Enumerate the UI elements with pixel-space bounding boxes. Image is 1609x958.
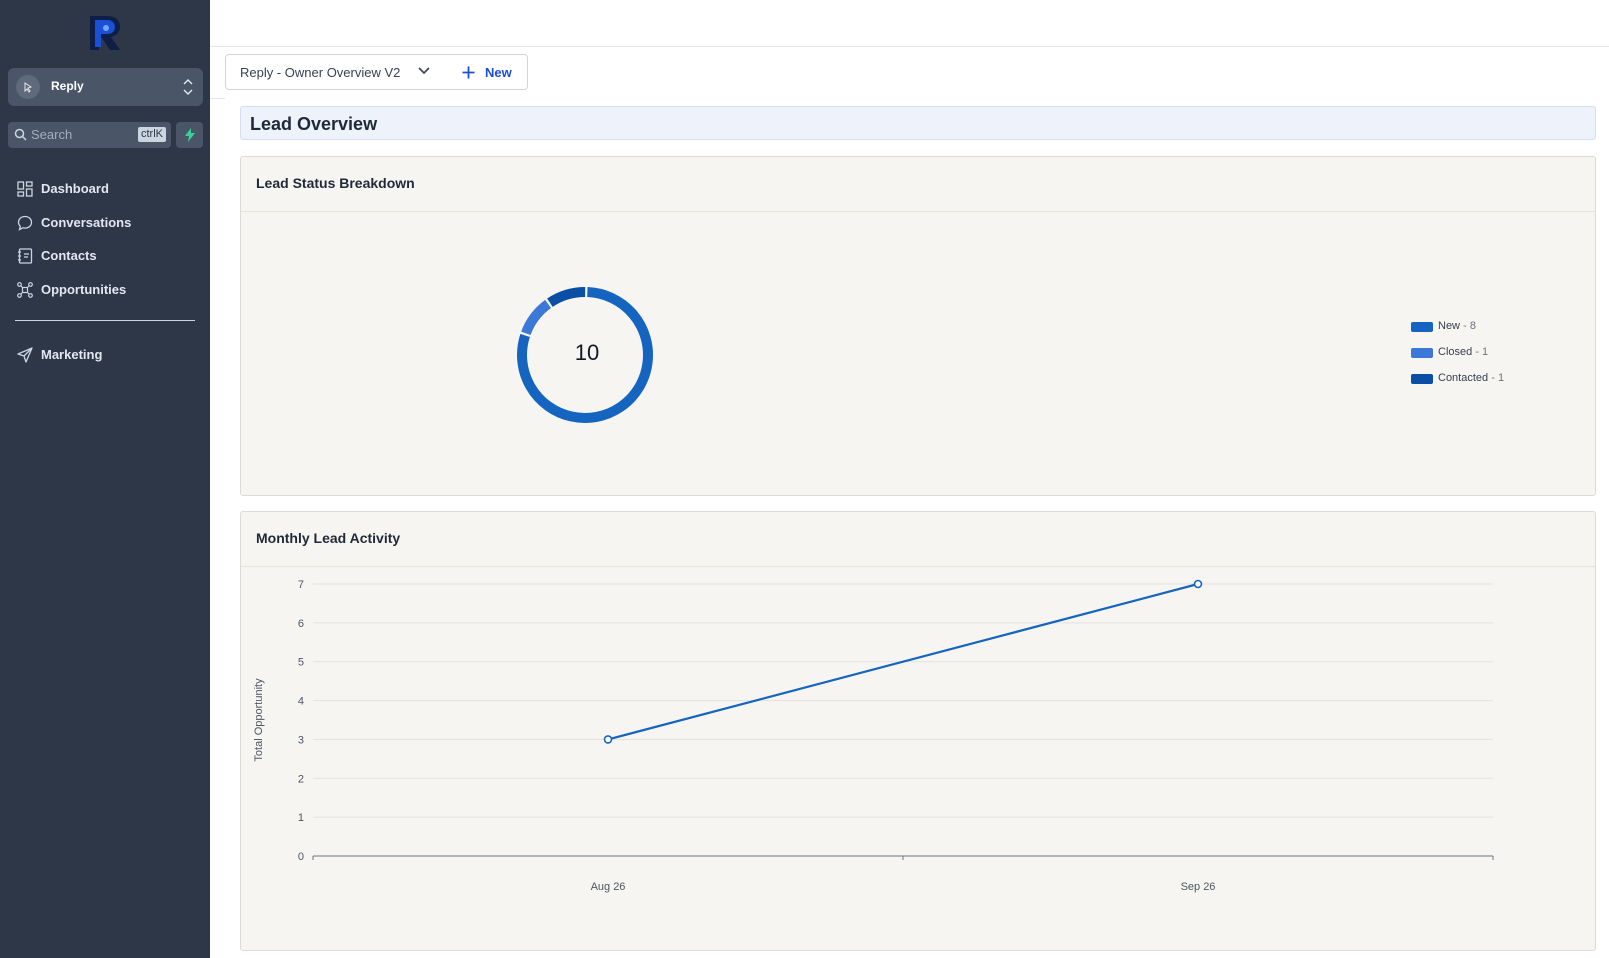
legend-label: Contacted xyxy=(1438,372,1489,384)
y-tick-label: 7 xyxy=(298,579,304,591)
sidebar-item-dashboard[interactable]: Dashboard xyxy=(0,176,210,202)
sidebar-item-contacts[interactable]: Contacts xyxy=(0,243,210,269)
y-tick-label: 5 xyxy=(298,657,304,669)
chat-bubble-icon xyxy=(17,215,33,231)
chevron-down-icon xyxy=(418,67,430,75)
line-chart: 0 1 2 3 4 5 6 7 Aug 26 Sep 26 Total Opportunity xyxy=(253,579,1494,893)
sidebar-item-label: Opportunities xyxy=(41,282,127,297)
legend-value: 1 xyxy=(1482,346,1489,358)
legend-label: New xyxy=(1438,320,1461,332)
sidebar-item-label: Contacts xyxy=(41,248,97,263)
section-header: Lead Overview xyxy=(240,106,1596,140)
y-tick-label: 0 xyxy=(298,851,304,863)
section-title: Lead Overview xyxy=(250,114,378,134)
new-button-label: New xyxy=(485,65,512,80)
opportunities-icon xyxy=(17,282,33,298)
sidebar-item-marketing[interactable]: Marketing xyxy=(0,342,210,368)
sidebar-item-label: Conversations xyxy=(41,215,132,230)
search-placeholder: Search xyxy=(31,127,73,142)
search-input[interactable]: Search ctrlK xyxy=(8,122,171,148)
dashboard-selector[interactable]: Reply - Owner Overview V2 xyxy=(225,54,445,90)
x-tick-label: Sep 26 xyxy=(1181,881,1216,893)
donut-segment-closed[interactable] xyxy=(521,299,552,336)
y-axis-label: Total Opportunity xyxy=(253,678,265,762)
y-tick-label: 6 xyxy=(298,618,304,630)
sidebar-item-opportunities[interactable]: Opportunities xyxy=(0,277,210,303)
quick-actions-button[interactable] xyxy=(176,122,203,148)
plus-icon xyxy=(462,66,475,79)
card-divider xyxy=(241,211,1595,212)
account-avatar xyxy=(16,75,40,99)
dashboard-selector-label: Reply - Owner Overview V2 xyxy=(240,65,401,80)
y-tick-label: 4 xyxy=(298,696,304,708)
sidebar-item-label: Dashboard xyxy=(41,181,109,196)
y-tick-label: 2 xyxy=(298,773,304,785)
legend-label: Closed xyxy=(1438,346,1473,358)
dashboard-icon xyxy=(17,181,33,197)
paper-plane-icon xyxy=(17,347,33,363)
x-tick-label: Aug 26 xyxy=(591,881,626,893)
new-dashboard-button[interactable]: New xyxy=(444,54,528,90)
brand-logo[interactable] xyxy=(86,14,122,52)
card-title: Monthly Lead Activity xyxy=(256,530,401,546)
card-title: Lead Status Breakdown xyxy=(256,175,415,191)
sidebar-divider xyxy=(15,320,195,321)
y-tick-label: 3 xyxy=(298,734,304,746)
chevron-up-down-icon xyxy=(183,79,193,95)
account-name: Reply xyxy=(51,79,84,93)
sidebar: Reply Search ctrlK Dashboard Conversatio… xyxy=(0,0,210,958)
donut-segment-contacted[interactable] xyxy=(547,287,586,307)
legend-value: 1 xyxy=(1497,372,1505,384)
legend-swatch xyxy=(1411,374,1433,384)
lead-status-card: Lead Status Breakdown xyxy=(240,156,1596,496)
donut-total-value: 10 xyxy=(574,340,600,365)
search-icon xyxy=(14,128,27,141)
data-point[interactable] xyxy=(603,735,613,744)
sidebar-item-conversations[interactable]: Conversations xyxy=(0,210,210,236)
legend-swatch xyxy=(1411,322,1433,332)
top-header xyxy=(210,0,1609,47)
legend-value: 8 xyxy=(1469,320,1476,332)
data-point[interactable] xyxy=(1193,579,1203,589)
lightning-bolt-icon xyxy=(184,128,195,142)
legend-swatch xyxy=(1411,348,1433,358)
sidebar-item-label: Marketing xyxy=(41,347,103,362)
account-switcher[interactable]: Reply xyxy=(8,68,203,106)
contacts-book-icon xyxy=(18,248,33,264)
search-shortcut-badge: ctrlK xyxy=(138,127,166,142)
y-tick-label: 1 xyxy=(298,812,304,824)
